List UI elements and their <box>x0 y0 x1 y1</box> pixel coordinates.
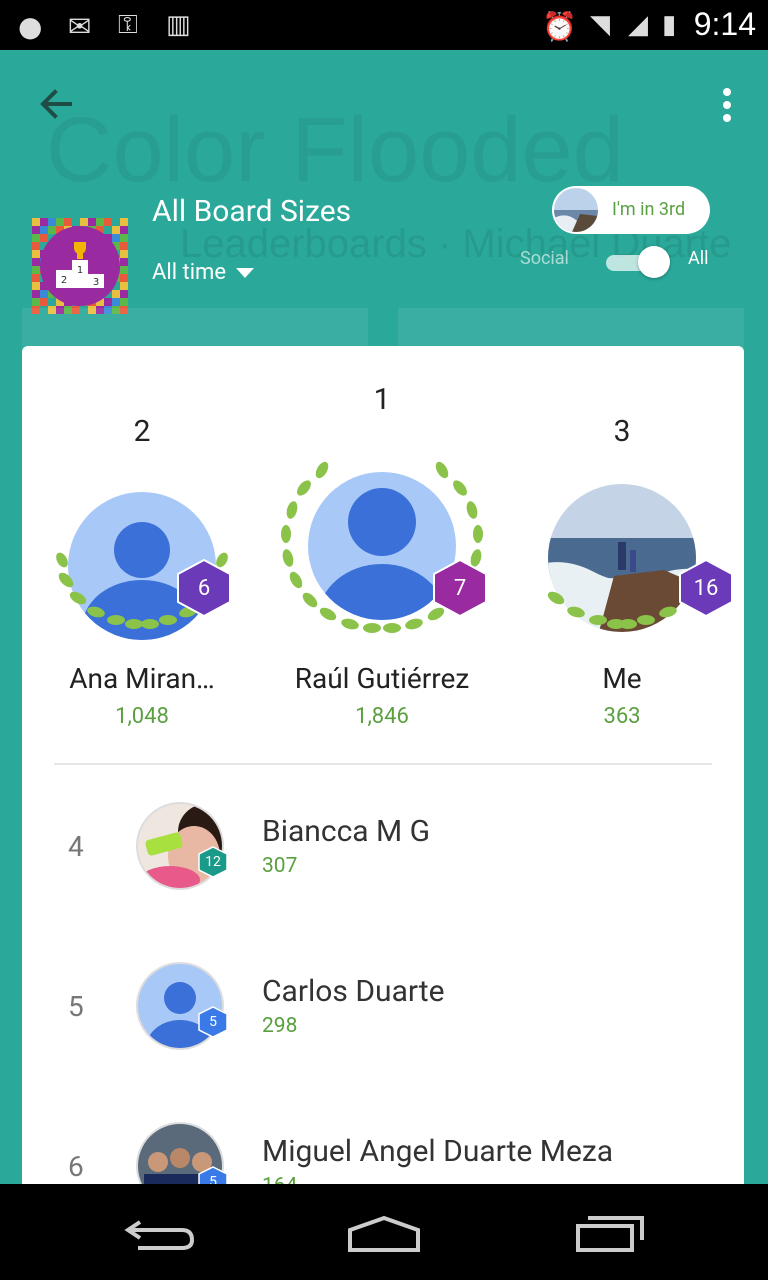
toggle-social-label[interactable]: Social <box>520 248 569 269</box>
status-bar: ● ✉ ⚿ ▥ ⏰ ◥ ◢ ▮ 9:14 <box>0 0 768 50</box>
background-game-title: Color Flooded <box>46 99 624 201</box>
podium-rank: 3 <box>613 414 631 449</box>
podium-score: 363 <box>603 704 641 729</box>
leaderboard-header: Color Flooded Leaderboards · Michael Dua… <box>0 50 768 350</box>
back-arrow-icon[interactable] <box>36 84 76 124</box>
level-value: 6 <box>197 575 211 601</box>
background-card-right <box>398 308 744 350</box>
level-badge: 6 <box>176 558 232 618</box>
time-filter-dropdown[interactable]: All time <box>152 260 255 285</box>
back-nav-icon[interactable] <box>124 1216 196 1252</box>
rank-number: 4 <box>68 830 84 863</box>
level-value: 5 <box>209 1174 217 1184</box>
my-avatar <box>554 188 598 232</box>
podium-rank: 2 <box>133 414 151 449</box>
player-name: Carlos Duarte <box>262 974 445 1009</box>
toggle-all-label[interactable]: All <box>688 248 709 269</box>
level-badge: 16 <box>678 558 734 618</box>
background-card-left <box>22 308 368 350</box>
navigation-bar <box>0 1184 768 1280</box>
player-score: 164 <box>262 1174 297 1184</box>
podium-name: Raúl Gutiérrez <box>294 662 470 695</box>
alarm-icon: ⏰ <box>542 10 577 43</box>
barcode-icon: ▥ <box>166 10 191 40</box>
svg-text:1: 1 <box>77 265 83 276</box>
leaderboard-icon: 1 2 3 <box>32 218 128 314</box>
podium-rank: 1 <box>373 382 391 417</box>
tmobile-icon: ⚿ <box>118 10 138 40</box>
mail-icon: ✉ <box>68 10 92 43</box>
time-filter-label: All time <box>152 260 227 285</box>
laurel-wreath-icon <box>281 461 483 633</box>
leaderboard-card: 2 6 Ana Miran… 1,048 1 7 Raúl Gutiérrez … <box>22 346 744 1184</box>
list-item[interactable]: 4 12 Biancca M G 307 <box>22 802 744 922</box>
level-value: 12 <box>205 854 221 870</box>
level-badge: 5 <box>198 1166 228 1184</box>
level-value: 7 <box>453 575 467 601</box>
my-rank-text: I'm in 3rd <box>612 199 686 220</box>
level-value: 5 <box>209 1014 217 1030</box>
divider <box>54 763 712 765</box>
podium-score: 1,846 <box>355 704 409 729</box>
rank-number: 5 <box>68 990 84 1023</box>
svg-text:2: 2 <box>61 275 67 286</box>
list-item[interactable]: 6 5 Miguel Angel Duarte Meza 164 <box>22 1122 744 1184</box>
list-item[interactable]: 5 5 Carlos Duarte 298 <box>22 962 744 1082</box>
toggle-knob[interactable] <box>638 246 670 278</box>
board-title: All Board Sizes <box>152 194 352 229</box>
overflow-menu-icon[interactable] <box>722 88 732 124</box>
clock: 9:14 <box>693 6 756 42</box>
dropdown-caret-icon <box>236 267 255 278</box>
player-name: Biancca M G <box>262 814 431 849</box>
my-rank-pill[interactable]: I'm in 3rd <box>552 186 710 234</box>
avatar: 5 <box>136 1122 228 1184</box>
battery-icon: ▮ <box>662 10 677 40</box>
svg-text:3: 3 <box>93 277 99 288</box>
avatar: 5 <box>136 962 228 1050</box>
avatar <box>274 450 490 650</box>
level-value: 16 <box>693 575 719 601</box>
podium-trophy-icon: 1 2 3 <box>56 242 104 288</box>
player-name: Miguel Angel Duarte Meza <box>262 1134 614 1169</box>
player-score: 307 <box>262 854 298 878</box>
podium-name: Me <box>602 662 642 695</box>
avatar: 12 <box>136 802 228 890</box>
rank-number: 6 <box>68 1150 84 1183</box>
podium-name: Ana Miran… <box>69 662 215 695</box>
signal-icon: ◢ <box>628 10 648 40</box>
level-badge: 7 <box>432 558 488 618</box>
podium-score: 1,048 <box>115 704 169 729</box>
recents-nav-icon[interactable] <box>574 1214 646 1254</box>
messenger-icon: ● <box>18 10 43 43</box>
level-badge: 12 <box>198 846 228 878</box>
player-score: 298 <box>262 1014 298 1038</box>
wifi-icon: ◥ <box>590 10 610 40</box>
home-nav-icon[interactable] <box>346 1214 422 1254</box>
level-badge: 5 <box>198 1006 228 1038</box>
